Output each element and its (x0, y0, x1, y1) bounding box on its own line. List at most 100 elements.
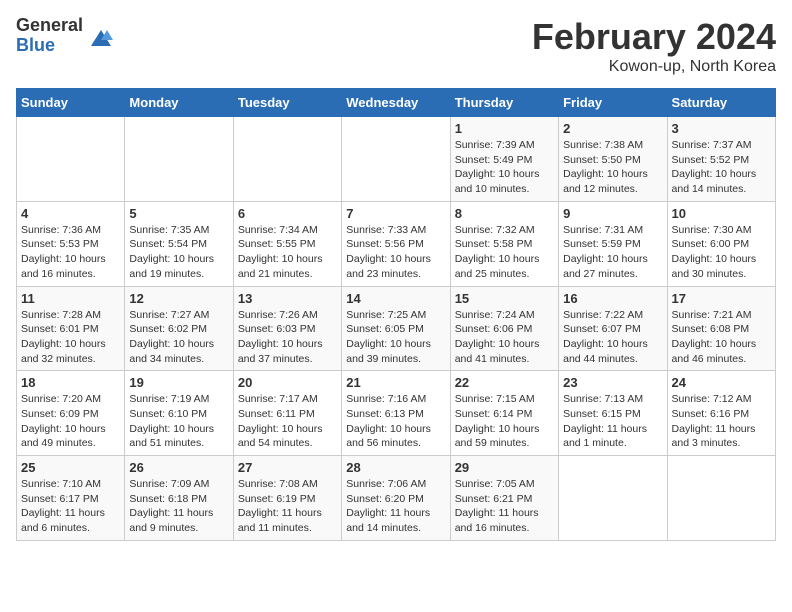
week-row-5: 25 Sunrise: 7:10 AM Sunset: 6:17 PM Dayli… (17, 456, 776, 541)
weekday-header-row: SundayMondayTuesdayWednesdayThursdayFrid… (17, 89, 776, 117)
day-info: Sunrise: 7:21 AM Sunset: 6:08 PM Dayligh… (672, 308, 771, 367)
day-cell: 1 Sunrise: 7:39 AM Sunset: 5:49 PM Daylig… (450, 117, 558, 202)
day-info: Sunrise: 7:39 AM Sunset: 5:49 PM Dayligh… (455, 138, 554, 197)
day-info: Sunrise: 7:34 AM Sunset: 5:55 PM Dayligh… (238, 223, 337, 282)
calendar-table: SundayMondayTuesdayWednesdayThursdayFrid… (16, 88, 776, 541)
day-number: 27 (238, 460, 337, 475)
day-cell: 17 Sunrise: 7:21 AM Sunset: 6:08 PM Dayli… (667, 286, 775, 371)
day-info: Sunrise: 7:31 AM Sunset: 5:59 PM Dayligh… (563, 223, 662, 282)
day-number: 3 (672, 121, 771, 136)
day-info: Sunrise: 7:08 AM Sunset: 6:19 PM Dayligh… (238, 477, 337, 536)
logo-general: General (16, 16, 83, 36)
day-info: Sunrise: 7:25 AM Sunset: 6:05 PM Dayligh… (346, 308, 445, 367)
day-info: Sunrise: 7:15 AM Sunset: 6:14 PM Dayligh… (455, 392, 554, 451)
day-number: 1 (455, 121, 554, 136)
week-row-2: 4 Sunrise: 7:36 AM Sunset: 5:53 PM Daylig… (17, 201, 776, 286)
day-number: 10 (672, 206, 771, 221)
day-number: 14 (346, 291, 445, 306)
day-info: Sunrise: 7:32 AM Sunset: 5:58 PM Dayligh… (455, 223, 554, 282)
location: Kowon-up, North Korea (532, 58, 776, 76)
day-info: Sunrise: 7:20 AM Sunset: 6:09 PM Dayligh… (21, 392, 120, 451)
day-cell: 3 Sunrise: 7:37 AM Sunset: 5:52 PM Daylig… (667, 117, 775, 202)
week-row-3: 11 Sunrise: 7:28 AM Sunset: 6:01 PM Dayli… (17, 286, 776, 371)
day-number: 25 (21, 460, 120, 475)
day-cell: 26Sunrise: 7:09 AM Sunset: 6:18 PM Dayli… (125, 456, 233, 541)
day-info: Sunrise: 7:33 AM Sunset: 5:56 PM Dayligh… (346, 223, 445, 282)
day-number: 26 (129, 460, 228, 475)
weekday-header-friday: Friday (559, 89, 667, 117)
day-number: 5 (129, 206, 228, 221)
weekday-header-thursday: Thursday (450, 89, 558, 117)
day-cell: 11 Sunrise: 7:28 AM Sunset: 6:01 PM Dayli… (17, 286, 125, 371)
day-cell: 14 Sunrise: 7:25 AM Sunset: 6:05 PM Dayli… (342, 286, 450, 371)
day-number: 20 (238, 375, 337, 390)
day-info: Sunrise: 7:10 AM Sunset: 6:17 PM Dayligh… (21, 477, 120, 536)
day-number: 6 (238, 206, 337, 221)
day-info: Sunrise: 7:38 AM Sunset: 5:50 PM Dayligh… (563, 138, 662, 197)
logo-blue: Blue (16, 36, 83, 56)
day-number: 2 (563, 121, 662, 136)
day-cell: 23 Sunrise: 7:13 AM Sunset: 6:15 PM Dayli… (559, 371, 667, 456)
day-number: 15 (455, 291, 554, 306)
week-row-1: 1 Sunrise: 7:39 AM Sunset: 5:49 PM Daylig… (17, 117, 776, 202)
day-cell: 27 Sunrise: 7:08 AM Sunset: 6:19 PM Dayli… (233, 456, 341, 541)
day-number: 21 (346, 375, 445, 390)
day-number: 12 (129, 291, 228, 306)
day-info: Sunrise: 7:36 AM Sunset: 5:53 PM Dayligh… (21, 223, 120, 282)
day-number: 9 (563, 206, 662, 221)
day-info: Sunrise: 7:05 AM Sunset: 6:21 PM Dayligh… (455, 477, 554, 536)
day-cell: 25 Sunrise: 7:10 AM Sunset: 6:17 PM Dayli… (17, 456, 125, 541)
logo-text: General Blue (16, 16, 83, 56)
day-cell: 20 Sunrise: 7:17 AM Sunset: 6:11 PM Dayli… (233, 371, 341, 456)
week-row-4: 18 Sunrise: 7:20 AM Sunset: 6:09 PM Dayli… (17, 371, 776, 456)
title-block: February 2024 Kowon-up, North Korea (532, 16, 776, 76)
weekday-header-wednesday: Wednesday (342, 89, 450, 117)
day-cell (125, 117, 233, 202)
day-number: 13 (238, 291, 337, 306)
day-cell: 22 Sunrise: 7:15 AM Sunset: 6:14 PM Dayli… (450, 371, 558, 456)
day-number: 23 (563, 375, 662, 390)
day-cell: 10Sunrise: 7:30 AM Sunset: 6:00 PM Dayli… (667, 201, 775, 286)
day-info: Sunrise: 7:19 AM Sunset: 6:10 PM Dayligh… (129, 392, 228, 451)
day-info: Sunrise: 7:13 AM Sunset: 6:15 PM Dayligh… (563, 392, 662, 451)
day-cell: 5 Sunrise: 7:35 AM Sunset: 5:54 PM Daylig… (125, 201, 233, 286)
weekday-header-tuesday: Tuesday (233, 89, 341, 117)
day-cell (342, 117, 450, 202)
day-cell: 28 Sunrise: 7:06 AM Sunset: 6:20 PM Dayli… (342, 456, 450, 541)
day-cell: 7 Sunrise: 7:33 AM Sunset: 5:56 PM Daylig… (342, 201, 450, 286)
day-cell: 19Sunrise: 7:19 AM Sunset: 6:10 PM Dayli… (125, 371, 233, 456)
day-number: 7 (346, 206, 445, 221)
day-info: Sunrise: 7:12 AM Sunset: 6:16 PM Dayligh… (672, 392, 771, 451)
day-number: 11 (21, 291, 120, 306)
day-cell: 16 Sunrise: 7:22 AM Sunset: 6:07 PM Dayli… (559, 286, 667, 371)
logo: General Blue (16, 16, 115, 56)
day-cell: 29 Sunrise: 7:05 AM Sunset: 6:21 PM Dayli… (450, 456, 558, 541)
weekday-header-monday: Monday (125, 89, 233, 117)
day-cell: 24Sunrise: 7:12 AM Sunset: 6:16 PM Dayli… (667, 371, 775, 456)
day-number: 22 (455, 375, 554, 390)
day-info: Sunrise: 7:35 AM Sunset: 5:54 PM Dayligh… (129, 223, 228, 282)
logo-icon (87, 22, 115, 50)
day-info: Sunrise: 7:27 AM Sunset: 6:02 PM Dayligh… (129, 308, 228, 367)
weekday-header-saturday: Saturday (667, 89, 775, 117)
day-cell (233, 117, 341, 202)
day-cell: 21 Sunrise: 7:16 AM Sunset: 6:13 PM Dayli… (342, 371, 450, 456)
day-info: Sunrise: 7:06 AM Sunset: 6:20 PM Dayligh… (346, 477, 445, 536)
day-info: Sunrise: 7:16 AM Sunset: 6:13 PM Dayligh… (346, 392, 445, 451)
day-number: 8 (455, 206, 554, 221)
day-number: 17 (672, 291, 771, 306)
day-info: Sunrise: 7:22 AM Sunset: 6:07 PM Dayligh… (563, 308, 662, 367)
day-number: 4 (21, 206, 120, 221)
day-number: 16 (563, 291, 662, 306)
day-cell: 13 Sunrise: 7:26 AM Sunset: 6:03 PM Dayli… (233, 286, 341, 371)
day-info: Sunrise: 7:37 AM Sunset: 5:52 PM Dayligh… (672, 138, 771, 197)
day-number: 18 (21, 375, 120, 390)
day-cell: 18 Sunrise: 7:20 AM Sunset: 6:09 PM Dayli… (17, 371, 125, 456)
day-info: Sunrise: 7:26 AM Sunset: 6:03 PM Dayligh… (238, 308, 337, 367)
day-cell (559, 456, 667, 541)
day-cell: 2 Sunrise: 7:38 AM Sunset: 5:50 PM Daylig… (559, 117, 667, 202)
day-info: Sunrise: 7:17 AM Sunset: 6:11 PM Dayligh… (238, 392, 337, 451)
day-number: 28 (346, 460, 445, 475)
day-number: 29 (455, 460, 554, 475)
day-info: Sunrise: 7:28 AM Sunset: 6:01 PM Dayligh… (21, 308, 120, 367)
